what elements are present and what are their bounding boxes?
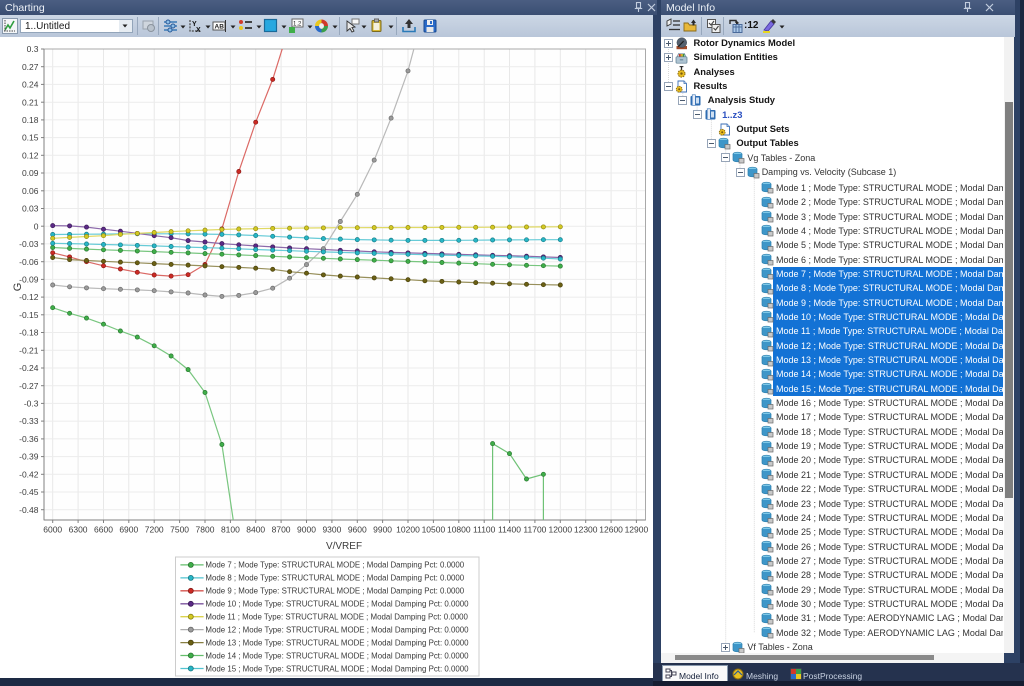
svg-text:-0.18: -0.18 [19, 328, 39, 338]
svg-text:10800: 10800 [447, 524, 471, 534]
svg-text:0: 0 [34, 221, 39, 231]
svg-text:6300: 6300 [69, 524, 88, 534]
svg-text:Mode 14 ; Mode Type: STRUCTURA: Mode 14 ; Mode Type: STRUCTURAL MODE ; M… [205, 651, 469, 660]
svg-text:8700: 8700 [272, 524, 291, 534]
svg-text:V/VREF: V/VREF [326, 541, 362, 552]
svg-text:12000: 12000 [548, 524, 572, 534]
svg-text:G: G [12, 283, 24, 292]
svg-text:12300: 12300 [574, 524, 598, 534]
svg-text:0.27: 0.27 [22, 62, 39, 72]
svg-text:6900: 6900 [119, 524, 138, 534]
svg-text:0.03: 0.03 [22, 204, 39, 214]
svg-text:0.09: 0.09 [22, 168, 39, 178]
svg-text:AB: AB [215, 24, 225, 31]
svg-text:6000: 6000 [43, 524, 62, 534]
svg-text:8400: 8400 [246, 524, 265, 534]
svg-text:9300: 9300 [322, 524, 341, 534]
svg-text:Mode 11 ; Mode Type: STRUCTURA: Mode 11 ; Mode Type: STRUCTURAL MODE ; M… [205, 613, 468, 622]
svg-text:-0.45: -0.45 [19, 487, 39, 497]
svg-text:-0.12: -0.12 [19, 292, 39, 302]
svg-text:11400: 11400 [498, 524, 521, 534]
svg-text:-0.27: -0.27 [19, 381, 39, 391]
svg-text:X: X [196, 27, 201, 34]
svg-text:6600: 6600 [94, 524, 113, 534]
svg-text:-0.48: -0.48 [19, 505, 39, 515]
svg-text:8100: 8100 [221, 524, 240, 534]
svg-text:Mode 9 ; Mode Type: STRUCTURAL: Mode 9 ; Mode Type: STRUCTURAL MODE ; Mo… [205, 587, 464, 596]
svg-text:-0.36: -0.36 [19, 434, 39, 444]
svg-text:0.3: 0.3 [27, 44, 39, 54]
svg-text:7500: 7500 [170, 524, 189, 534]
svg-text:10200: 10200 [396, 524, 420, 534]
svg-text:12900: 12900 [625, 524, 649, 534]
svg-text:-0.03: -0.03 [19, 239, 39, 249]
svg-text:Mode 12 ; Mode Type: STRUCTURA: Mode 12 ; Mode Type: STRUCTURAL MODE ; M… [205, 625, 469, 634]
svg-text:Mode 7 ; Mode Type: STRUCTURAL: Mode 7 ; Mode Type: STRUCTURAL MODE ; Mo… [205, 561, 464, 570]
svg-text:7800: 7800 [196, 524, 215, 534]
svg-text:10500: 10500 [422, 524, 446, 534]
svg-text:Mode 13 ; Mode Type: STRUCTURA: Mode 13 ; Mode Type: STRUCTURAL MODE ; M… [205, 638, 469, 647]
svg-text:0.18: 0.18 [22, 115, 39, 125]
svg-text:-0.39: -0.39 [19, 452, 39, 462]
svg-text:7200: 7200 [145, 524, 164, 534]
svg-text:9000: 9000 [297, 524, 316, 534]
svg-text:-0.42: -0.42 [19, 469, 39, 479]
svg-text:11100: 11100 [473, 524, 496, 534]
svg-text:-0.15: -0.15 [19, 310, 39, 320]
svg-text:0.12: 0.12 [22, 150, 39, 160]
svg-text:-0.06: -0.06 [19, 257, 39, 267]
svg-text:-0.21: -0.21 [19, 345, 39, 355]
svg-text:9600: 9600 [348, 524, 367, 534]
svg-text:-0.3: -0.3 [24, 399, 39, 409]
svg-text:-0.33: -0.33 [19, 416, 39, 426]
svg-text:0.24: 0.24 [22, 80, 39, 90]
svg-text:Mode 8 ; Mode Type: STRUCTURAL: Mode 8 ; Mode Type: STRUCTURAL MODE ; Mo… [205, 574, 464, 583]
svg-text:1.2: 1.2 [293, 22, 302, 28]
svg-text:12600: 12600 [599, 524, 623, 534]
svg-text:Mode 10 ; Mode Type: STRUCTURA: Mode 10 ; Mode Type: STRUCTURAL MODE ; M… [205, 600, 469, 609]
svg-text:-0.24: -0.24 [19, 363, 39, 373]
svg-text:0.21: 0.21 [22, 97, 39, 107]
svg-text:9900: 9900 [373, 524, 392, 534]
svg-text:0.15: 0.15 [22, 133, 39, 143]
svg-text:Mode 15 ; Mode Type: STRUCTURA: Mode 15 ; Mode Type: STRUCTURAL MODE ; M… [205, 664, 469, 673]
svg-text:0.06: 0.06 [22, 186, 39, 196]
svg-text:11700: 11700 [523, 524, 546, 534]
